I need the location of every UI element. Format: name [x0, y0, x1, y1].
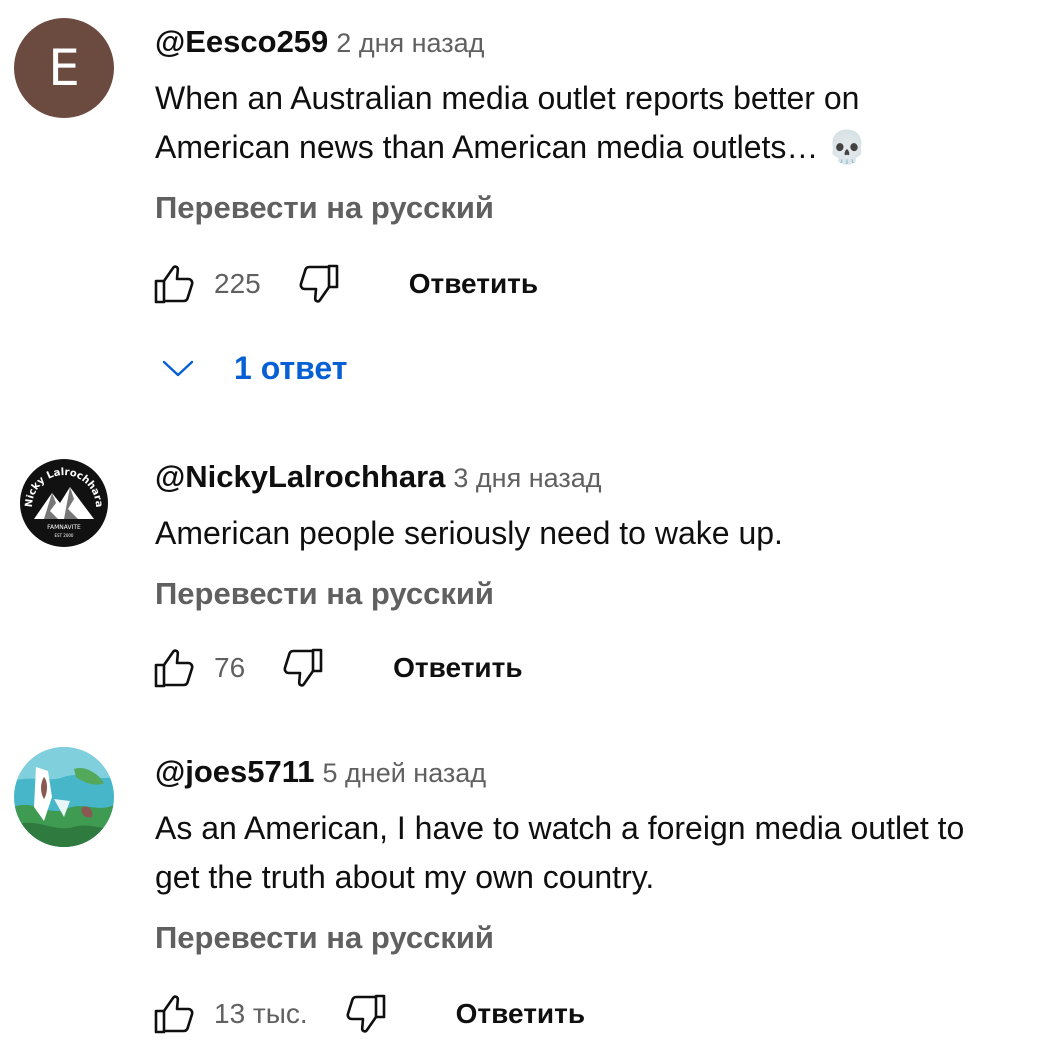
comment-header: @Eesco259 2 дня назад [155, 24, 484, 60]
comment-text-line: When an Australian media outlet reports … [155, 80, 860, 116]
comment-header: @joes5711 5 дней назад [155, 754, 486, 790]
comment-text-line: As an American, I have to watch a foreig… [155, 810, 965, 846]
author-name[interactable]: @Eesco259 [155, 24, 328, 59]
comment-actions: 76 Ответить [150, 643, 523, 693]
avatar-est-text: EST 2000 [55, 533, 74, 538]
replies-count: 1 ответ [234, 349, 348, 386]
like-button[interactable] [150, 644, 198, 692]
comment-actions: 13 тыс. Ответить [150, 989, 585, 1039]
comment-text: When an Australian media outlet reports … [155, 74, 1055, 172]
author-name[interactable]: @joes5711 [155, 754, 315, 789]
thumb-down-icon [346, 994, 385, 1033]
thumb-up-icon [154, 265, 194, 304]
thumb-down-icon [299, 264, 339, 303]
chevron-down-icon [162, 360, 194, 377]
author-name[interactable]: @NickyLalrochhara [155, 459, 445, 494]
replies-toggle[interactable]: 1 ответ [160, 343, 347, 393]
comment-time[interactable]: 2 дня назад [336, 28, 484, 58]
thumb-down-icon [283, 648, 323, 687]
avatar-letter: E [48, 39, 80, 97]
comment-time[interactable]: 5 дней назад [323, 758, 487, 788]
comment-thread: @joes5711 5 дней назад As an American, I … [0, 720, 1058, 1054]
comment-text: As an American, I have to watch a foreig… [155, 804, 1055, 902]
comment-text-line: American news than American media outlet… [155, 129, 868, 165]
comment-header: @NickyLalrochhara 3 дня назад [155, 459, 601, 495]
dislike-button[interactable] [295, 260, 343, 308]
comment-text-line: American people seriously need to wake u… [155, 515, 783, 551]
like-button[interactable] [150, 990, 198, 1038]
like-button[interactable] [150, 260, 198, 308]
avatar[interactable]: E [14, 18, 114, 118]
translate-link[interactable]: Перевести на русский [155, 190, 494, 226]
like-count: 225 [214, 268, 261, 299]
translate-link[interactable]: Перевести на русский [155, 920, 494, 956]
reply-button[interactable]: Ответить [456, 998, 585, 1030]
dislike-button[interactable] [279, 644, 327, 692]
translate-link[interactable]: Перевести на русский [155, 576, 494, 612]
comment-time[interactable]: 3 дня назад [453, 463, 601, 493]
comment-text: American people seriously need to wake u… [155, 509, 1055, 558]
dislike-button[interactable] [342, 990, 390, 1038]
comment-actions: 225 Ответить [150, 259, 538, 309]
reply-button[interactable]: Ответить [393, 652, 522, 684]
like-count: 13 тыс. [214, 998, 308, 1029]
comment-text-line: get the truth about my own country. [155, 859, 655, 895]
avatar[interactable]: Nicky Lalrochhara FAMNAVITE EST 2000 [14, 453, 114, 553]
comment-thread: Nicky Lalrochhara FAMNAVITE EST 2000 @Ni… [0, 420, 1058, 720]
avatar[interactable] [14, 747, 114, 847]
like-count: 76 [214, 652, 246, 683]
avatar-logo: Nicky Lalrochhara FAMNAVITE EST 2000 [16, 455, 112, 551]
thumb-up-icon [154, 649, 194, 688]
avatar-brand-text: FAMNAVITE [47, 524, 81, 531]
avatar-landscape-image [14, 747, 114, 847]
reply-button[interactable]: Ответить [409, 268, 538, 300]
thumb-up-icon [154, 995, 194, 1034]
comment-thread: E @Eesco259 2 дня назад When an Australia… [0, 0, 1058, 420]
